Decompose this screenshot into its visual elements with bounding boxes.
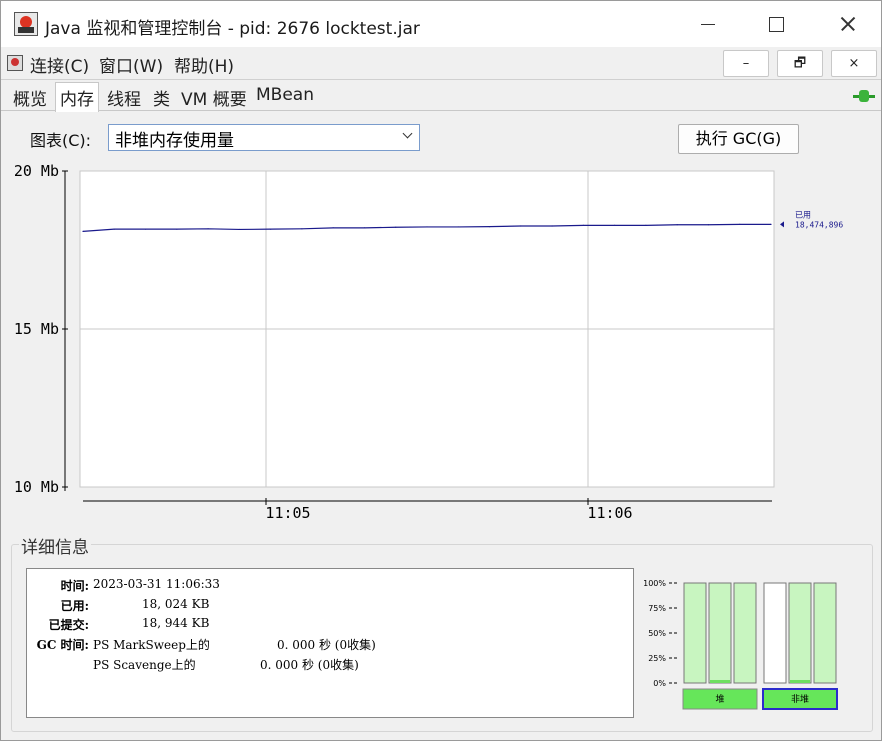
nonheap-pool-bar bbox=[813, 582, 837, 684]
series-point bbox=[238, 228, 240, 231]
legend-label: 已用 bbox=[795, 210, 811, 219]
internal-close-button[interactable]: × bbox=[831, 50, 877, 77]
series-point bbox=[770, 223, 772, 226]
chevron-down-icon bbox=[403, 130, 413, 140]
bar-tick-label: 0% bbox=[653, 679, 666, 688]
heap-pool-used bbox=[710, 680, 730, 683]
nonheap-button-label: 非堆 bbox=[791, 693, 809, 705]
menu-bar: 连接(C) 窗口(W) 帮助(H) – 🗗 × bbox=[1, 48, 881, 80]
nonheap-pool-used bbox=[790, 680, 810, 683]
perform-gc-button[interactable]: 执行 GC(G) bbox=[678, 124, 799, 154]
series-point bbox=[426, 226, 428, 228]
nonheap-pool-bar bbox=[763, 582, 787, 684]
bar-tick-label: 50% bbox=[648, 629, 666, 638]
gc-row-scavenge-value: 0. 000 秒 (0收集) bbox=[260, 658, 359, 672]
series-point bbox=[582, 224, 584, 226]
series-point bbox=[676, 224, 678, 226]
used-value: 18, 024 KB bbox=[142, 597, 210, 611]
chart-selector[interactable]: 非堆内存使用量 bbox=[108, 124, 420, 151]
series-point bbox=[520, 225, 522, 227]
series-point bbox=[113, 228, 115, 230]
title-bar: Java 监视和管理控制台 - pid: 2676 locktest.jar bbox=[1, 1, 881, 47]
series-point bbox=[82, 230, 84, 232]
series-point bbox=[488, 226, 491, 228]
gc-row-marksweep-value: 0. 000 秒 (0收集) bbox=[277, 638, 376, 652]
series-marker-icon bbox=[780, 221, 784, 228]
details-box: 时间: 2023-03-31 11:06:33 已用: 18, 024 KB 已… bbox=[26, 568, 634, 718]
series-point bbox=[457, 226, 459, 228]
series-point bbox=[144, 228, 147, 230]
time-label: 时间: bbox=[60, 579, 89, 593]
tab-mbean[interactable]: MBean bbox=[252, 85, 318, 111]
series-point bbox=[332, 227, 334, 229]
bar-tick-label: 100% bbox=[643, 579, 666, 588]
document-icon[interactable] bbox=[7, 55, 23, 71]
java-console-icon bbox=[14, 12, 38, 36]
series-point bbox=[270, 228, 272, 230]
app-window: Java 监视和管理控制台 - pid: 2676 locktest.jar 连… bbox=[0, 0, 882, 741]
heap-pool-bar bbox=[683, 582, 707, 684]
maximize-button[interactable] bbox=[741, 1, 811, 47]
tab-memory[interactable]: 内存 bbox=[55, 82, 99, 112]
close-button[interactable] bbox=[811, 1, 881, 47]
minimize-button[interactable] bbox=[673, 1, 743, 47]
bar-tick-label: 25% bbox=[648, 654, 666, 663]
menu-help[interactable]: 帮助(H) bbox=[174, 52, 234, 77]
series-point bbox=[395, 226, 397, 228]
series-point bbox=[614, 224, 616, 226]
y-tick-label: 10 Mb bbox=[14, 478, 59, 496]
series-point bbox=[645, 224, 647, 226]
chart-selector-label: 图表(C): bbox=[30, 131, 92, 150]
nonheap-pool-bar bbox=[788, 582, 812, 684]
gc-time-label: GC 时间: bbox=[36, 638, 89, 652]
tab-classes[interactable]: 类 bbox=[149, 85, 174, 111]
y-tick-label: 20 Mb bbox=[14, 162, 59, 180]
menu-window[interactable]: 窗口(W) bbox=[99, 52, 163, 77]
chart-selector-value: 非堆内存使用量 bbox=[115, 131, 234, 151]
y-tick-label: 15 Mb bbox=[14, 320, 59, 338]
internal-restore-button[interactable]: 🗗 bbox=[777, 50, 823, 77]
menu-connect[interactable]: 连接(C) bbox=[30, 52, 89, 77]
heap-pool-bar bbox=[708, 582, 732, 684]
tab-overview[interactable]: 概览 bbox=[9, 85, 51, 111]
legend-value: 18,474,896 bbox=[795, 220, 843, 229]
time-value: 2023-03-31 11:06:33 bbox=[93, 577, 220, 591]
window-title: Java 监视和管理控制台 - pid: 2676 locktest.jar bbox=[45, 19, 420, 39]
series-point bbox=[176, 228, 178, 230]
heap-button-label: 堆 bbox=[715, 694, 724, 705]
x-tick-label: 11:05 bbox=[265, 504, 310, 522]
used-label: 已用: bbox=[60, 599, 89, 613]
series-point bbox=[707, 224, 710, 226]
committed-value: 18, 944 KB bbox=[142, 616, 210, 630]
tab-threads[interactable]: 线程 bbox=[103, 85, 145, 111]
gc-row-scavenge-name: PS Scavenge上的 bbox=[93, 658, 196, 672]
memory-chart: 20 Mb 15 Mb 10 Mb 11:05 11:06 已用18,474,896 bbox=[14, 162, 844, 522]
series-point bbox=[363, 227, 366, 229]
internal-minimize-button[interactable]: – bbox=[723, 50, 769, 77]
x-tick-label: 11:06 bbox=[587, 504, 632, 522]
connection-status-icon bbox=[853, 89, 875, 103]
tab-vm-summary[interactable]: VM 概要 bbox=[177, 85, 251, 111]
tab-bar: 概览 内存 线程 类 VM 概要 MBean bbox=[1, 81, 881, 112]
memory-pool-bars: 100% 75% 50% 25% 0% 堆 非堆 bbox=[643, 579, 838, 710]
committed-label: 已提交: bbox=[48, 618, 89, 632]
heap-pool-bar bbox=[733, 582, 757, 684]
gc-row-marksweep-name: PS MarkSweep上的 bbox=[93, 638, 210, 652]
details-title: 详细信息 bbox=[19, 533, 91, 558]
series-point bbox=[739, 223, 741, 226]
series-point bbox=[551, 225, 553, 227]
series-point bbox=[301, 228, 303, 230]
series-point bbox=[207, 228, 209, 230]
bar-tick-label: 75% bbox=[648, 604, 666, 613]
